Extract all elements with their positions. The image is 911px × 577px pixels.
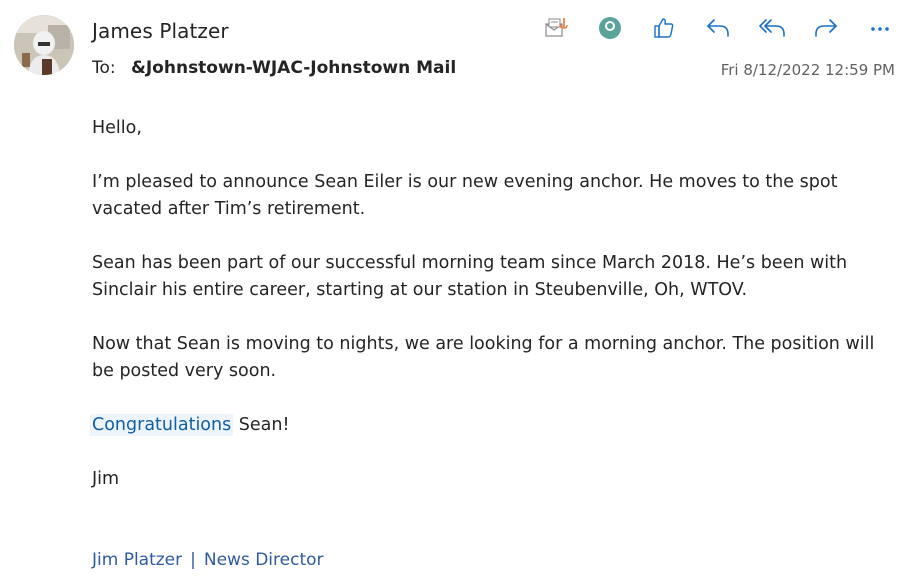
congratulations-rest: Sean! <box>233 415 290 435</box>
presence-icon <box>597 15 623 41</box>
like-button[interactable] <box>646 12 682 44</box>
recipient-value[interactable]: &Johnstown-WJAC-Johnstown Mail <box>131 58 456 78</box>
congratulations-highlight[interactable]: Congratulations <box>90 414 234 436</box>
recipient-line: To: &Johnstown-WJAC-Johnstown Mail <box>92 58 456 78</box>
reply-all-icon <box>758 16 786 40</box>
body-paragraph-1: I’m pleased to announce Sean Eiler is ou… <box>92 172 838 219</box>
message-body: Hello, I’m pleased to announce Sean Eile… <box>90 115 882 520</box>
closing: Jim <box>92 469 120 489</box>
signature-name: Jim Platzer <box>92 550 183 570</box>
forward-button[interactable] <box>808 12 844 44</box>
reply-icon <box>705 16 731 40</box>
signature-separator: | <box>190 550 196 570</box>
signature: Jim Platzer | News Director <box>92 550 324 570</box>
presence-button[interactable] <box>592 12 628 44</box>
body-paragraph-3: Now that Sean is moving to nights, we ar… <box>92 334 875 381</box>
forward-icon <box>813 16 839 40</box>
report-button[interactable] <box>538 12 574 44</box>
sent-date: Fri 8/12/2022 12:59 PM <box>720 61 895 79</box>
body-paragraph-2: Sean has been part of our successful mor… <box>92 253 848 300</box>
reply-all-button[interactable] <box>754 12 790 44</box>
signature-title: News Director <box>203 550 324 570</box>
message-toolbar <box>538 12 898 44</box>
report-icon <box>543 15 569 41</box>
sender-avatar[interactable] <box>14 15 74 75</box>
like-icon <box>652 16 676 40</box>
congratulations-line: Congratulations Sean! <box>90 412 882 439</box>
recipient-label: To: <box>92 58 116 78</box>
more-icon <box>868 16 892 40</box>
greeting: Hello, <box>92 118 142 138</box>
reply-button[interactable] <box>700 12 736 44</box>
more-actions-button[interactable] <box>862 12 898 44</box>
sender-name[interactable]: James Platzer <box>92 19 229 43</box>
